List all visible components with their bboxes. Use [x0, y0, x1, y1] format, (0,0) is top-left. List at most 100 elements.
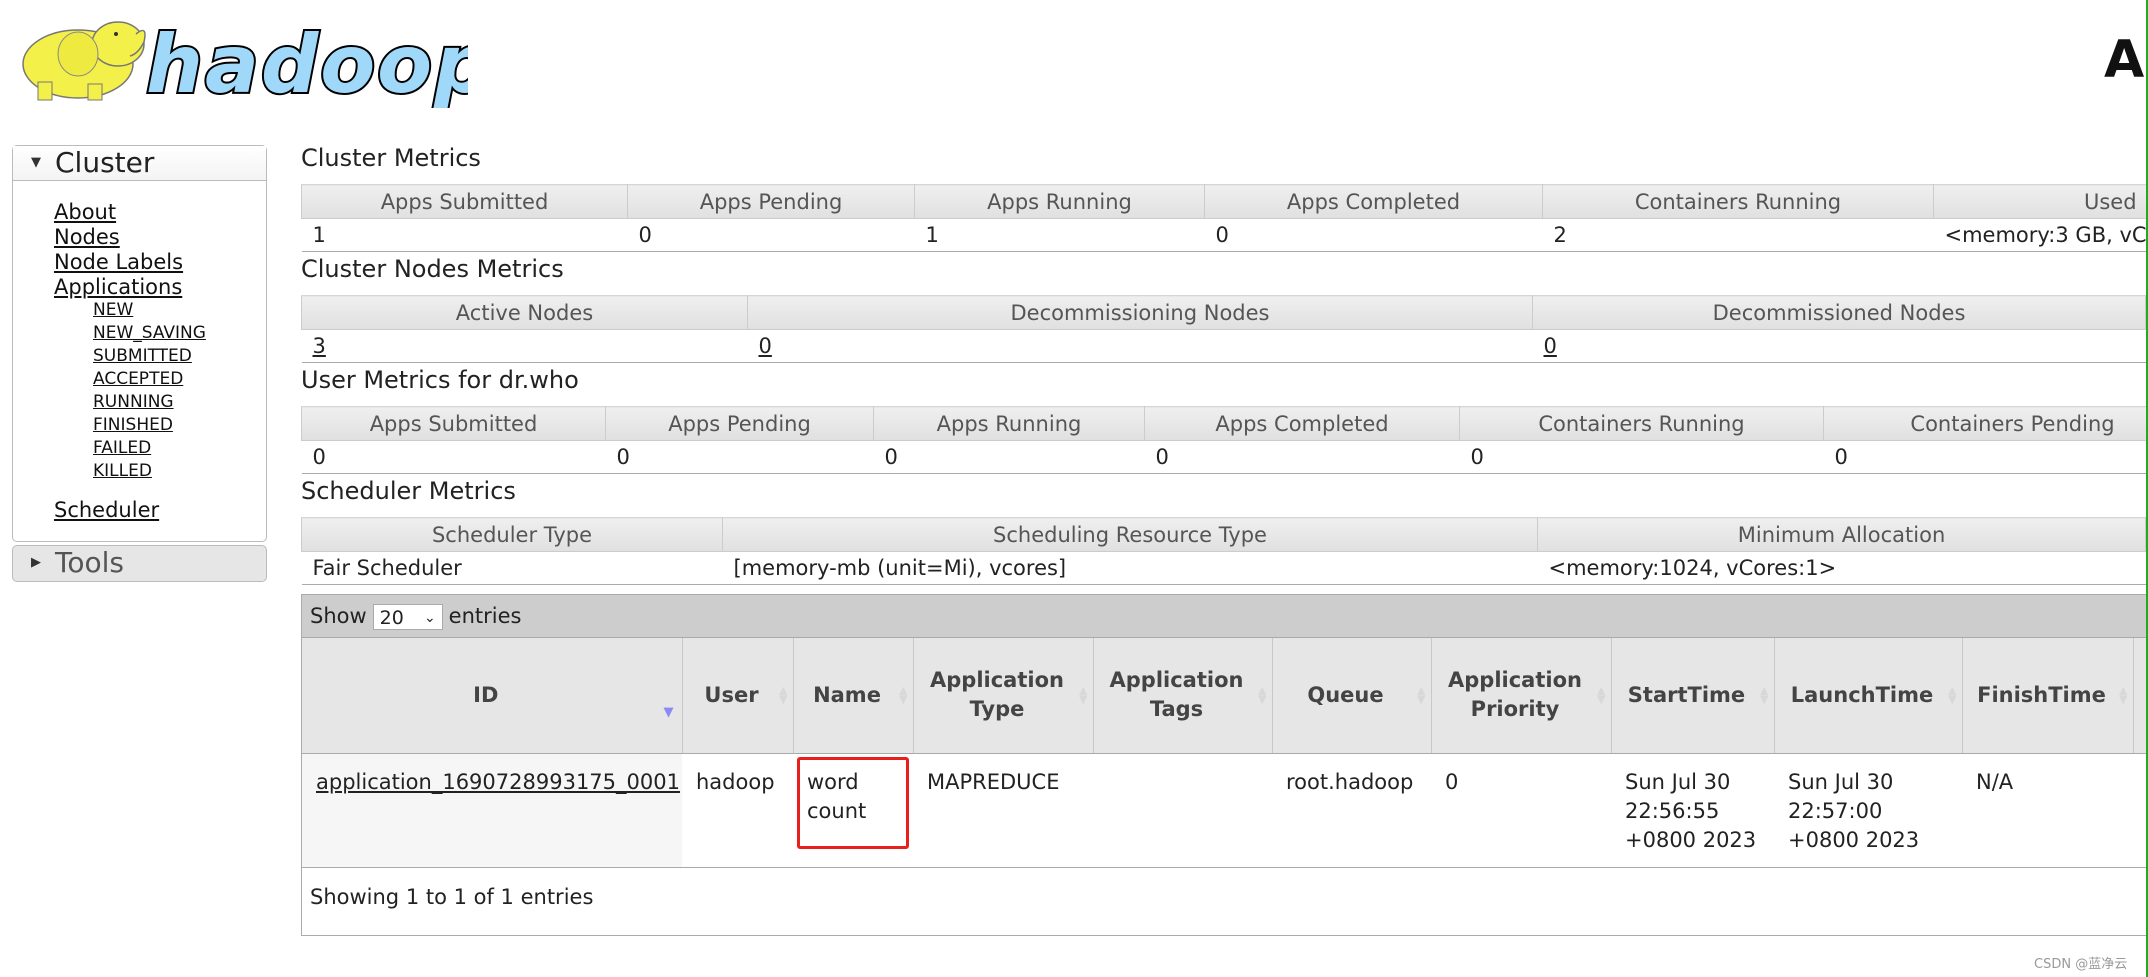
- triangle-right-icon: ▶: [31, 555, 41, 570]
- page-size-value: 20: [379, 607, 404, 629]
- user-metrics-table: Apps Submitted Apps Pending Apps Running Ap…: [301, 406, 2146, 474]
- value-scheduler-type: Fair Scheduler: [301, 551, 723, 585]
- cell-launchtime: Sun Jul 30 22:57:00 +0800 2023: [1774, 753, 1962, 868]
- scheduler-metrics-title: Scheduler Metrics: [301, 477, 516, 505]
- header-user-containers-running: Containers Running: [1459, 406, 1824, 441]
- scheduler-metrics-table: Scheduler Type Scheduling Resource Type Mi…: [301, 517, 2146, 585]
- value-used: <memory:3 GB, vCo: [1933, 218, 2146, 252]
- sidebar-state-accepted[interactable]: ACCEPTED: [93, 369, 183, 389]
- cluster-metrics-table: Apps Submitted Apps Pending Apps Running Ap…: [301, 184, 2146, 252]
- applications-table: Show 20 ⌄ entries ID ▼ User ▲ ▼ Name ▲ ▼ Applica…: [301, 594, 2146, 936]
- value-user-apps-completed: 0: [1144, 440, 1460, 474]
- header-scheduler-type: Scheduler Type: [301, 517, 723, 552]
- cluster-metrics-title: Cluster Metrics: [301, 144, 481, 172]
- column-finishtime[interactable]: FinishTime ▲ ▼: [1962, 638, 2134, 754]
- value-minimum-allocation: <memory:1024, vCores:1>: [1537, 551, 2146, 585]
- header-user-apps-running: Apps Running: [873, 406, 1145, 441]
- value-apps-completed: 0: [1204, 218, 1543, 252]
- header-apps-completed: Apps Completed: [1204, 184, 1543, 219]
- table-info: Showing 1 to 1 of 1 entries: [310, 885, 594, 909]
- header-scheduling-resource-type: Scheduling Resource Type: [722, 517, 1538, 552]
- sort-icon: ▲ ▼: [1760, 684, 1769, 707]
- chevron-down-icon: ⌄: [423, 610, 436, 626]
- table-row: application_1690728993175_0001 hadoop wo…: [302, 753, 2146, 868]
- column-more[interactable]: [2133, 638, 2146, 754]
- value-user-containers-running: 0: [1459, 440, 1824, 474]
- sidebar-item-scheduler[interactable]: Scheduler: [54, 498, 159, 522]
- column-name[interactable]: Name ▲ ▼: [793, 638, 914, 754]
- decommissioned-nodes-link[interactable]: 0: [1544, 334, 1557, 358]
- sort-icon: ▲ ▼: [1948, 684, 1957, 707]
- cluster-nodes-metrics-title: Cluster Nodes Metrics: [301, 255, 564, 283]
- watermark: CSDN @蓝净云: [2034, 957, 2128, 972]
- header-decommissioned-nodes: Decommissioned Nodes: [1532, 295, 2146, 330]
- cell-tags: [1093, 753, 1272, 868]
- cell-type: MAPREDUCE: [913, 753, 1093, 868]
- sort-icon: ▲ ▼: [2119, 684, 2128, 707]
- entries-label: entries: [448, 604, 522, 628]
- active-nodes-link[interactable]: 3: [313, 334, 326, 358]
- header-used: Used: [1933, 184, 2146, 219]
- decommissioning-nodes-link[interactable]: 0: [759, 334, 772, 358]
- sidebar-state-finished[interactable]: FINISHED: [93, 415, 173, 435]
- sidebar-state-submitted[interactable]: SUBMITTED: [93, 346, 192, 366]
- page-size-select[interactable]: 20 ⌄: [372, 604, 443, 630]
- elephant-icon: [22, 21, 146, 101]
- triangle-down-icon: ▼: [31, 155, 41, 170]
- value-apps-submitted: 1: [301, 218, 628, 252]
- cell-queue: root.hadoop: [1272, 753, 1431, 868]
- header-apps-running: Apps Running: [914, 184, 1205, 219]
- column-starttime[interactable]: StartTime ▲ ▼: [1611, 638, 1775, 754]
- column-queue[interactable]: Queue ▲ ▼: [1272, 638, 1432, 754]
- sort-icon: ▲ ▼: [1597, 684, 1606, 707]
- value-user-containers-pending: 0: [1823, 440, 2146, 474]
- header-apps-pending: Apps Pending: [627, 184, 915, 219]
- sort-icon: ▲ ▼: [779, 684, 788, 707]
- column-id[interactable]: ID ▼: [302, 638, 683, 754]
- header-decommissioning-nodes: Decommissioning Nodes: [747, 295, 1533, 330]
- column-user[interactable]: User ▲ ▼: [682, 638, 794, 754]
- sidebar-state-new[interactable]: NEW: [93, 300, 133, 320]
- value-user-apps-pending: 0: [605, 440, 874, 474]
- sort-icon: ▲ ▼: [1417, 684, 1426, 707]
- sidebar-item-node-labels[interactable]: Node Labels: [54, 250, 183, 274]
- page-length-bar: Show 20 ⌄ entries: [302, 595, 2146, 638]
- hadoop-logo: hadoop: [22, 16, 468, 108]
- sidebar-cluster-section: ▼ Cluster About Nodes Node Labels Applica…: [12, 145, 267, 542]
- application-id-link[interactable]: application_1690728993175_0001: [316, 770, 680, 794]
- cluster-label: Cluster: [55, 146, 155, 179]
- cell-starttime: Sun Jul 30 22:56:55 +0800 2023: [1611, 753, 1774, 868]
- header-apps-submitted: Apps Submitted: [301, 184, 628, 219]
- sidebar-state-failed[interactable]: FAILED: [93, 438, 151, 458]
- page-title: A: [2104, 30, 2145, 90]
- column-application-type[interactable]: Application Type ▲ ▼: [913, 638, 1094, 754]
- value-scheduling-resource-type: [memory-mb (unit=Mi), vcores]: [722, 551, 1538, 585]
- sidebar-tools-section[interactable]: ▶ Tools: [12, 545, 267, 582]
- cell-priority: 0: [1431, 753, 1611, 868]
- tools-label: Tools: [55, 546, 124, 579]
- column-application-priority[interactable]: Application Priority ▲ ▼: [1431, 638, 1612, 754]
- sidebar-item-about[interactable]: About: [54, 200, 116, 224]
- sidebar-item-applications[interactable]: Applications: [54, 275, 182, 299]
- header-active-nodes: Active Nodes: [301, 295, 748, 330]
- svg-text:hadoop: hadoop: [146, 18, 468, 108]
- cluster-nodes-metrics-table: Active Nodes Decommissioning Nodes Decommi…: [301, 295, 2146, 363]
- sidebar-state-new-saving[interactable]: NEW_SAVING: [93, 323, 206, 343]
- sidebar-state-running[interactable]: RUNNING: [93, 392, 174, 412]
- column-launchtime[interactable]: LaunchTime ▲ ▼: [1774, 638, 1963, 754]
- header-user-apps-submitted: Apps Submitted: [301, 406, 606, 441]
- value-apps-running: 1: [914, 218, 1205, 252]
- header-minimum-allocation: Minimum Allocation: [1537, 517, 2146, 552]
- value-apps-pending: 0: [627, 218, 915, 252]
- cluster-toggle[interactable]: ▼ Cluster: [13, 146, 266, 181]
- sidebar-item-nodes[interactable]: Nodes: [54, 225, 120, 249]
- header-user-apps-pending: Apps Pending: [605, 406, 874, 441]
- value-containers-running: 2: [1542, 218, 1934, 252]
- sort-icon: ▲ ▼: [1258, 684, 1267, 707]
- show-label: Show: [310, 604, 367, 628]
- sidebar-state-killed[interactable]: KILLED: [93, 461, 152, 481]
- sort-desc-icon: ▼: [663, 705, 674, 720]
- header-containers-running: Containers Running: [1542, 184, 1934, 219]
- highlight-box: [797, 757, 909, 849]
- column-application-tags[interactable]: Application Tags ▲ ▼: [1093, 638, 1273, 754]
